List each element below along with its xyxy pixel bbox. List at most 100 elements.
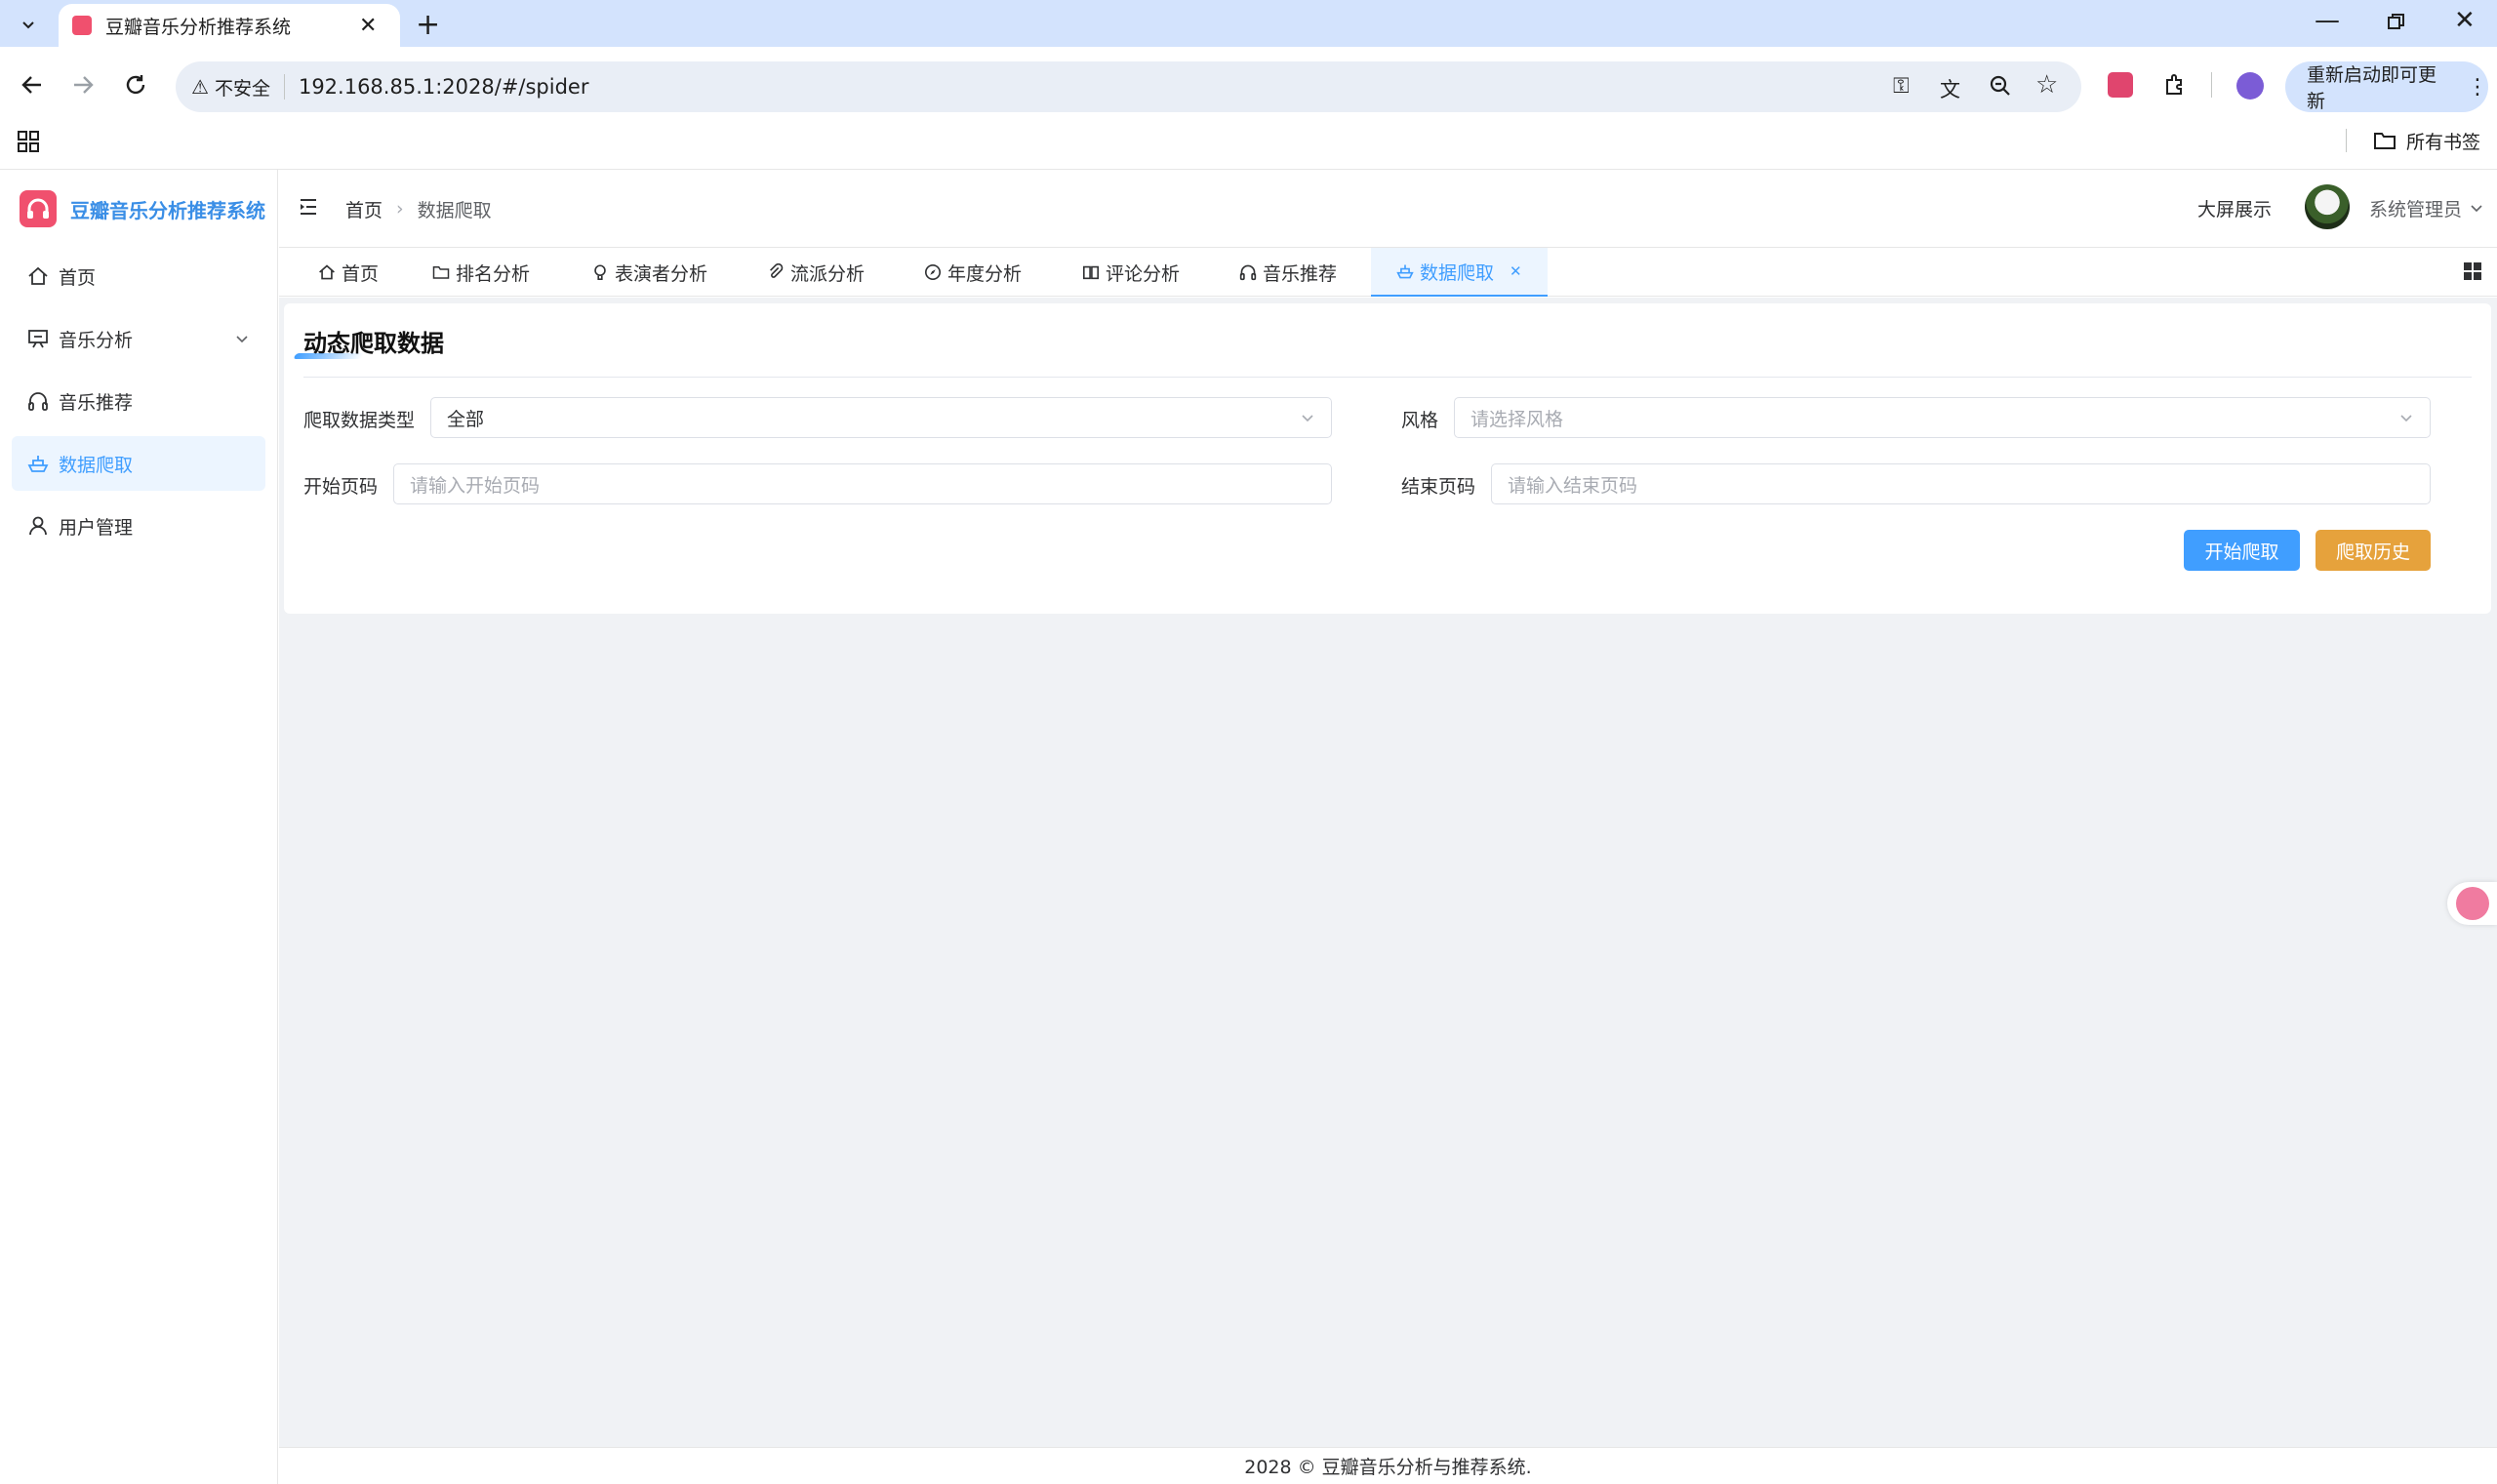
sidebar-item-data-spider[interactable]: 数据爬取: [12, 436, 265, 491]
tag-label: 流派分析: [790, 262, 866, 285]
ship-icon: [27, 456, 49, 472]
window-close-icon[interactable]: ✕: [2454, 6, 2476, 35]
title-underline-decoration: [293, 353, 365, 359]
tag-close-icon[interactable]: ✕: [1510, 262, 1522, 280]
tag-label: 音乐推荐: [1263, 262, 1338, 285]
book-icon: [1082, 265, 1100, 280]
key-icon[interactable]: ⚿: [1893, 74, 1910, 99]
home-icon: [319, 264, 335, 280]
user-name: 系统管理员: [2369, 198, 2463, 221]
sidebar-item-music-recommend[interactable]: 音乐推荐: [12, 374, 265, 428]
tag-home[interactable]: 首页: [318, 248, 379, 297]
all-bookmarks[interactable]: 所有书签: [2373, 128, 2480, 153]
sidebar-item-user-management[interactable]: 用户管理: [12, 499, 265, 553]
brand[interactable]: 豆瓣音乐分析推荐系统: [20, 189, 265, 228]
omnibox-divider: [283, 74, 285, 100]
profile-avatar[interactable]: [2236, 72, 2264, 100]
sidebar-item-home[interactable]: 首页: [12, 249, 265, 303]
headphones-icon: [28, 392, 48, 411]
translate-icon[interactable]: ⽂: [1940, 74, 1960, 103]
menu-kebab-icon: ⋮: [2467, 74, 2488, 100]
tag-label: 年度分析: [947, 262, 1023, 285]
headphones-icon: [1239, 264, 1257, 281]
restore-icon[interactable]: [2387, 12, 2406, 31]
tag-label: 表演者分析: [615, 262, 708, 285]
bookmark-star-icon[interactable]: ☆: [2035, 70, 2058, 100]
tag-comments[interactable]: 评论分析: [1082, 248, 1180, 297]
tab-close-icon[interactable]: ✕: [359, 14, 377, 38]
new-tab-icon[interactable]: +: [416, 8, 440, 42]
update-button[interactable]: 重新启动即可更新 ⋮: [2285, 61, 2488, 112]
breadcrumb: 首页 › 数据爬取: [345, 195, 492, 222]
tag-ranking[interactable]: 排名分析: [432, 248, 530, 297]
minimize-icon[interactable]: —: [2315, 6, 2340, 35]
app-title: 豆瓣音乐分析推荐系统: [70, 198, 265, 222]
bookmarks-divider: [2346, 129, 2347, 152]
avatar[interactable]: [2305, 184, 2350, 229]
update-label: 重新启动即可更新: [2307, 64, 2437, 112]
folder-icon: [2374, 133, 2396, 149]
extensions-puzzle-icon[interactable]: [2162, 72, 2188, 98]
style-label: 风格: [1401, 410, 1439, 431]
sidebar-item-label: 音乐分析: [59, 329, 134, 351]
warning-icon: ⚠: [191, 75, 209, 99]
collapse-menu-icon[interactable]: [299, 197, 318, 217]
top-header: [279, 170, 2497, 248]
extension-translate-icon[interactable]: [2108, 72, 2133, 98]
tag-label: 数据爬取: [1420, 261, 1495, 284]
security-label[interactable]: 不安全: [215, 74, 270, 100]
lightbulb-icon: [594, 264, 606, 281]
tag-performer[interactable]: 表演者分析: [591, 248, 707, 297]
start-page-label: 开始页码: [303, 476, 379, 498]
start-page-input[interactable]: 请输入开始页码: [393, 463, 1332, 504]
compass-icon: [924, 263, 942, 281]
end-page-input[interactable]: 请输入结束页码: [1491, 463, 2431, 504]
browser-tab-active[interactable]: 豆瓣音乐分析推荐系统 ✕: [59, 4, 400, 47]
bookmarks-bar: [0, 123, 2497, 170]
type-label: 爬取数据类型: [303, 410, 416, 431]
spider-history-button[interactable]: 爬取历史: [2316, 530, 2431, 571]
tag-genre[interactable]: 流派分析: [767, 248, 865, 297]
style-select-placeholder: 请选择风格: [1470, 408, 1564, 430]
folder-icon: [432, 266, 450, 279]
home-icon: [28, 266, 48, 285]
reload-icon[interactable]: [123, 72, 148, 98]
url-text[interactable]: 192.168.85.1:2028/#/spider: [299, 75, 589, 99]
browser-tab-title: 豆瓣音乐分析推荐系统: [105, 16, 292, 38]
start-spider-button[interactable]: 开始爬取: [2184, 530, 2300, 571]
chevron-down-icon: [2400, 415, 2412, 422]
tag-label: 首页: [342, 262, 380, 285]
back-icon[interactable]: [20, 72, 45, 98]
sidebar-item-music-analysis[interactable]: 音乐分析: [12, 311, 265, 366]
style-select[interactable]: 请选择风格: [1454, 397, 2431, 438]
breadcrumb-separator-icon: ›: [396, 198, 404, 220]
tag-recommend[interactable]: 音乐推荐: [1239, 248, 1337, 297]
end-page-label: 结束页码: [1401, 476, 1476, 498]
tab-search-button[interactable]: [14, 12, 43, 37]
tag-data-spider[interactable]: 数据爬取 ✕: [1371, 248, 1548, 297]
address-bar[interactable]: ⚠ 不安全 192.168.85.1:2028/#/spider: [176, 61, 2081, 112]
apps-grid-icon[interactable]: [18, 131, 39, 152]
spider-form-card: [284, 303, 2491, 614]
sidebar-item-label: 首页: [59, 266, 97, 289]
user-dropdown[interactable]: 系统管理员: [2369, 195, 2483, 221]
footer: 2028 © 豆瓣音乐分析与推荐系统.: [279, 1447, 2497, 1484]
zoom-icon[interactable]: [1989, 74, 2012, 98]
chevron-down-icon: [236, 336, 248, 343]
floating-translate-widget[interactable]: [2447, 882, 2497, 925]
sidebar-item-label: 音乐推荐: [59, 391, 134, 414]
sidebar-item-label: 用户管理: [59, 516, 134, 539]
tag-annual[interactable]: 年度分析: [924, 248, 1022, 297]
headphones-logo-icon: [20, 190, 57, 227]
footer-text: 2028 © 豆瓣音乐分析与推荐系统.: [1244, 1457, 1532, 1478]
breadcrumb-home[interactable]: 首页: [345, 196, 383, 222]
toolbar-divider: [2211, 72, 2212, 98]
easel-icon: [28, 330, 48, 348]
tags-menu-grid-icon[interactable]: [2463, 261, 2482, 281]
end-page-placeholder: 请输入结束页码: [1508, 474, 1638, 497]
big-screen-link[interactable]: 大屏展示: [2197, 195, 2272, 221]
chevron-down-icon: [2471, 205, 2482, 213]
forward-icon[interactable]: [70, 72, 96, 98]
sidebar-item-label: 数据爬取: [59, 454, 134, 476]
type-select[interactable]: 全部: [430, 397, 1332, 438]
